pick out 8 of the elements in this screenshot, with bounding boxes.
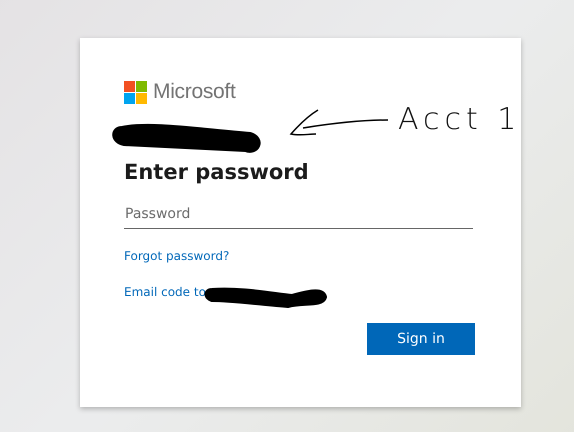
page-heading: Enter password	[124, 159, 310, 185]
logo-icon	[124, 80, 147, 104]
link[interactable]: Forgot password?	[124, 249, 230, 263]
sign-in-button[interactable]: Sign in	[367, 323, 475, 355]
handwritten-note: Acct 1	[398, 102, 522, 137]
logo-wordmark: Microsoft	[153, 80, 236, 104]
password-field[interactable]: Password	[124, 199, 473, 229]
link[interactable]: Email code to	[124, 285, 206, 299]
